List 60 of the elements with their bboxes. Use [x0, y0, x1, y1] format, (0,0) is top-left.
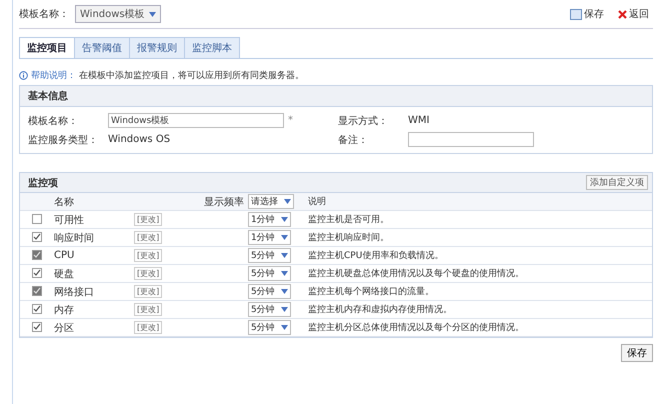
submit-button[interactable]: 保存: [621, 344, 653, 362]
caret-icon: [280, 217, 288, 222]
close-icon: [618, 10, 627, 18]
tab[interactable]: 监控项目: [19, 37, 75, 58]
required-mark: *: [288, 115, 293, 126]
panel-title: 基本信息: [20, 86, 652, 107]
edit-button[interactable]: [更改]: [134, 303, 162, 316]
column-header: 说明: [308, 193, 652, 210]
frequency-select[interactable]: 5分钟: [248, 320, 291, 335]
info-icon: [19, 71, 28, 80]
caret-icon: [280, 253, 288, 258]
field-label: 备注：: [338, 134, 369, 146]
frequency-select[interactable]: 1分钟: [248, 212, 291, 227]
help-title: 帮助说明：: [31, 70, 76, 82]
add-button[interactable]: 添加自定义项: [586, 175, 648, 190]
item-description: 监控主机每个网络接口的流量。: [308, 282, 652, 300]
help-text: 在模板中添加监控项目，将可以应用到所有同类服务器。: [79, 70, 304, 82]
checkbox[interactable]: [32, 268, 42, 278]
edit-button[interactable]: [更改]: [134, 213, 162, 226]
checkbox[interactable]: [32, 322, 42, 332]
column-header: 名称: [54, 193, 134, 210]
frequency-select[interactable]: 请选择: [248, 194, 294, 209]
edit-button[interactable]: [更改]: [134, 321, 162, 334]
item-description: 监控主机分区总体使用情况以及每个分区的使用情况。: [308, 318, 652, 336]
edit-button[interactable]: [更改]: [134, 267, 162, 280]
item-description: 监控主机内存和虚拟内存使用情况。: [308, 300, 652, 318]
template-select[interactable]: Windows模板: [75, 5, 161, 23]
caret-icon: [148, 12, 156, 16]
item-description: 监控主机硬盘总体使用情况以及每个硬盘的使用情况。: [308, 264, 652, 282]
caret-icon: [280, 271, 288, 276]
field-label: 模板名称：: [28, 114, 79, 128]
panel-title: 监控项: [28, 176, 58, 190]
checkbox[interactable]: [32, 232, 42, 242]
caret-icon: [280, 235, 288, 240]
item-description: 监控主机响应时间。: [308, 228, 652, 246]
tab[interactable]: 监控脚本: [184, 37, 240, 58]
input-field[interactable]: Windows模板: [108, 113, 284, 128]
back-button[interactable]: 返回: [614, 7, 653, 21]
field-value: Windows OS: [108, 134, 170, 145]
caret-icon: [280, 289, 288, 294]
edit-button[interactable]: [更改]: [134, 231, 162, 244]
tab[interactable]: 报警规则: [129, 37, 185, 58]
frequency-select[interactable]: 1分钟: [248, 230, 291, 245]
checkbox[interactable]: [32, 304, 42, 314]
frequency-select[interactable]: 5分钟: [248, 266, 291, 281]
caret-icon: [280, 307, 288, 312]
column-header: 显示频率: [204, 196, 244, 208]
template-label: 模板名称：: [19, 8, 69, 21]
caret-icon: [284, 199, 291, 204]
tab[interactable]: 告警阈值: [74, 37, 130, 58]
field-label: 显示方式：: [338, 114, 389, 128]
frequency-select[interactable]: 5分钟: [248, 302, 291, 317]
save-button[interactable]: 保存: [566, 7, 608, 21]
field-label: 监控服务类型：: [28, 134, 99, 146]
item-description: 监控主机CPU使用率和负载情况。: [308, 246, 652, 264]
checkbox[interactable]: [32, 214, 42, 224]
item-description: 监控主机是否可用。: [308, 210, 652, 228]
field-value: WMI: [408, 115, 430, 126]
caret-icon: [280, 325, 288, 330]
input-field[interactable]: [408, 132, 534, 147]
